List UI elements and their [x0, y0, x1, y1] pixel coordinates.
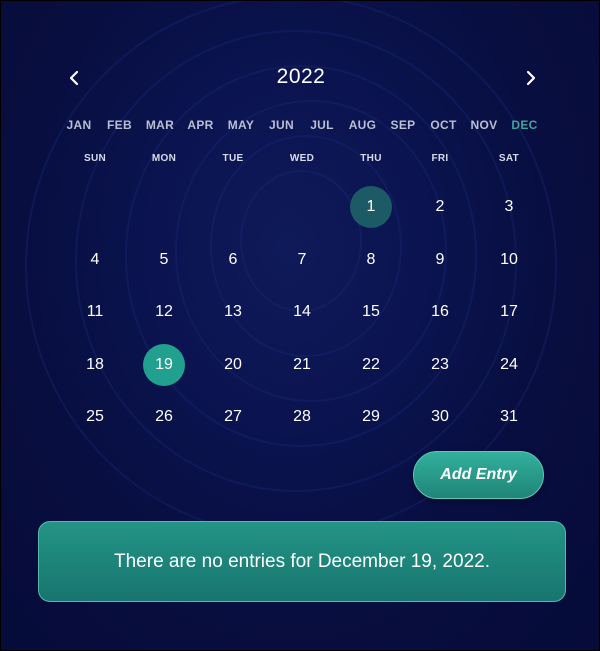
weekday-tue: TUE: [222, 153, 244, 164]
month-jan[interactable]: JAN: [59, 118, 99, 132]
day-cell[interactable]: 27: [212, 396, 254, 438]
day-cell[interactable]: 12: [143, 291, 185, 333]
chevron-left-icon[interactable]: [61, 65, 87, 91]
month-mar[interactable]: MAR: [140, 118, 180, 132]
day-cell[interactable]: 29: [350, 396, 392, 438]
month-sep[interactable]: SEP: [383, 118, 423, 132]
year-header: 2022: [1, 61, 599, 95]
chevron-right-icon[interactable]: [518, 65, 544, 91]
day-selected[interactable]: 19: [143, 344, 185, 386]
month-jun[interactable]: JUN: [262, 118, 302, 132]
month-nov[interactable]: NOV: [464, 118, 504, 132]
day-cell[interactable]: 17: [488, 291, 530, 333]
weekday-sat: SAT: [498, 153, 520, 164]
weekday-wed: WED: [289, 153, 315, 164]
weekday-sun: SUN: [83, 153, 106, 164]
day-cell[interactable]: 4: [74, 239, 116, 281]
month-feb[interactable]: FEB: [100, 118, 140, 132]
day-cell[interactable]: 5: [143, 239, 185, 281]
day-cell[interactable]: 26: [143, 396, 185, 438]
day-cell[interactable]: 25: [74, 396, 116, 438]
day-cell[interactable]: 8: [350, 239, 392, 281]
day-cell[interactable]: 23: [419, 344, 461, 386]
month-oct[interactable]: OCT: [424, 118, 464, 132]
month-aug[interactable]: AUG: [343, 118, 383, 132]
day-cell[interactable]: 24: [488, 344, 530, 386]
entries-message: There are no entries for December 19, 20…: [114, 550, 490, 572]
day-cell[interactable]: 10: [488, 239, 530, 281]
month-selector: JAN FEB MAR APR MAY JUN JUL AUG SEP OCT NOV DEC: [59, 118, 549, 136]
year-label: 2022: [276, 65, 326, 88]
day-cell[interactable]: 13: [212, 291, 254, 333]
add-entry-button[interactable]: Add Entry: [413, 451, 544, 499]
day-today[interactable]: 1: [350, 186, 392, 228]
day-cell[interactable]: 18: [74, 344, 116, 386]
day-cell[interactable]: 31: [488, 396, 530, 438]
day-cell[interactable]: 30: [419, 396, 461, 438]
day-cell[interactable]: 28: [281, 396, 323, 438]
day-cell[interactable]: 21: [281, 344, 323, 386]
day-cell[interactable]: 14: [281, 291, 323, 333]
day-cell[interactable]: 2: [419, 186, 461, 228]
weekday-fri: FRI: [431, 153, 449, 164]
day-cell[interactable]: 7: [281, 239, 323, 281]
day-cell[interactable]: 3: [488, 186, 530, 228]
day-cell[interactable]: 20: [212, 344, 254, 386]
day-cell[interactable]: 22: [350, 344, 392, 386]
weekday-header: SUN MON TUE WED THU FRI SAT: [1, 153, 599, 167]
month-jul[interactable]: JUL: [302, 118, 342, 132]
day-cell[interactable]: 6: [212, 239, 254, 281]
weekday-thu: THU: [360, 153, 382, 164]
month-apr[interactable]: APR: [181, 118, 221, 132]
weekday-mon: MON: [151, 153, 177, 164]
day-cell[interactable]: 15: [350, 291, 392, 333]
day-cell[interactable]: 9: [419, 239, 461, 281]
day-cell[interactable]: 16: [419, 291, 461, 333]
month-dec[interactable]: DEC: [505, 118, 545, 132]
month-may[interactable]: MAY: [221, 118, 261, 132]
calendar-app: 2022 JAN FEB MAR APR MAY JUN JUL AUG SEP OCT NOV DE…: [0, 0, 600, 651]
day-cell[interactable]: 11: [74, 291, 116, 333]
entries-panel: There are no entries for December 19, 20…: [38, 521, 566, 602]
